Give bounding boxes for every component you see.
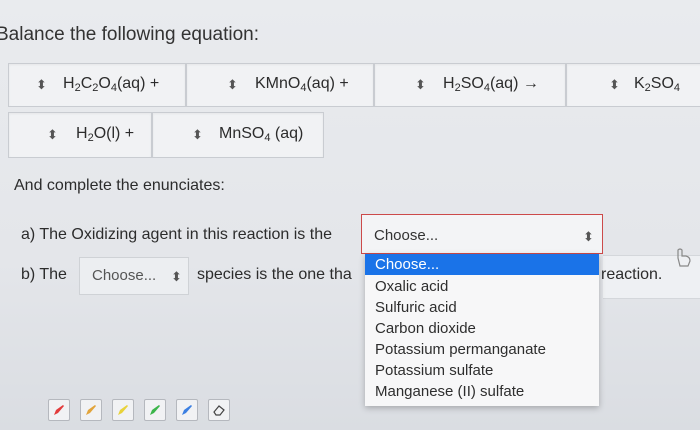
dropdown-option-oxalic-acid[interactable]: Oxalic acid bbox=[375, 278, 448, 295]
stepper-arrows-icon: ⬍ bbox=[227, 77, 238, 92]
stepper-arrows-icon: ⬍ bbox=[192, 127, 203, 142]
pencil-tool-1[interactable] bbox=[48, 399, 70, 421]
page-title: Balance the following equation: bbox=[0, 24, 260, 45]
stepper-arrows-icon: ⬍ bbox=[36, 77, 47, 92]
term-oxalic-acid: H2C2O4(aq) + bbox=[63, 75, 160, 94]
term-h2so4: H2SO4(aq) → bbox=[443, 75, 539, 94]
pencil-icon bbox=[54, 405, 64, 415]
question-a-text: a) The Oxidizing agent in this reaction … bbox=[21, 226, 332, 243]
dropdown-option-selected[interactable]: Choose... bbox=[365, 254, 599, 275]
question-b-suffix: reaction. bbox=[601, 266, 663, 283]
stepper-arrows-icon: ⬍ bbox=[583, 229, 594, 244]
pencil-tool-3[interactable] bbox=[112, 399, 134, 421]
question-b-middle: species is the one tha bbox=[197, 266, 352, 283]
question-b-prefix: b) The bbox=[21, 266, 67, 283]
term-mnso4: MnSO4 (aq) bbox=[219, 125, 304, 144]
dropdown-list[interactable]: Choose... Oxalic acid Sulfuric acid Carb… bbox=[365, 254, 599, 406]
term-k2so4: K2SO4 bbox=[634, 75, 681, 94]
stepper-arrows-icon: ⬍ bbox=[171, 269, 182, 284]
dropdown-option-sulfuric-acid[interactable]: Sulfuric acid bbox=[375, 299, 457, 316]
pencil-icon bbox=[182, 405, 192, 415]
pencil-icon bbox=[118, 405, 128, 415]
dropdown-option-carbon-dioxide[interactable]: Carbon dioxide bbox=[375, 320, 476, 337]
term-water: H2O(l) + bbox=[76, 125, 135, 144]
pencil-tool-2[interactable] bbox=[80, 399, 102, 421]
cursor-hand-icon bbox=[677, 248, 691, 267]
pencil-tool-4[interactable] bbox=[144, 399, 166, 421]
pencil-icon bbox=[86, 405, 96, 415]
eraser-tool[interactable] bbox=[208, 399, 230, 421]
stepper-arrows-icon: ⬍ bbox=[415, 77, 426, 92]
stepper-arrows-icon: ⬍ bbox=[47, 127, 58, 142]
term-kmno4: KMnO4(aq) + bbox=[255, 75, 349, 94]
dropdown-option-potassium-permanganate[interactable]: Potassium permanganate bbox=[375, 341, 546, 358]
oxidizing-agent-select-value: Choose... bbox=[374, 227, 439, 244]
stepper-arrows-icon: ⬍ bbox=[609, 77, 620, 92]
section-subtitle: And complete the enunciates: bbox=[14, 177, 225, 194]
dropdown-option-label: Choose... bbox=[375, 256, 440, 273]
pencil-tool-5[interactable] bbox=[176, 399, 198, 421]
pencil-icon bbox=[150, 405, 160, 415]
dropdown-option-potassium-sulfate[interactable]: Potassium sulfate bbox=[375, 362, 493, 379]
species-select-value: Choose... bbox=[92, 267, 157, 284]
eraser-icon bbox=[213, 405, 225, 416]
dropdown-option-manganese-sulfate[interactable]: Manganese (II) sulfate bbox=[375, 383, 524, 400]
